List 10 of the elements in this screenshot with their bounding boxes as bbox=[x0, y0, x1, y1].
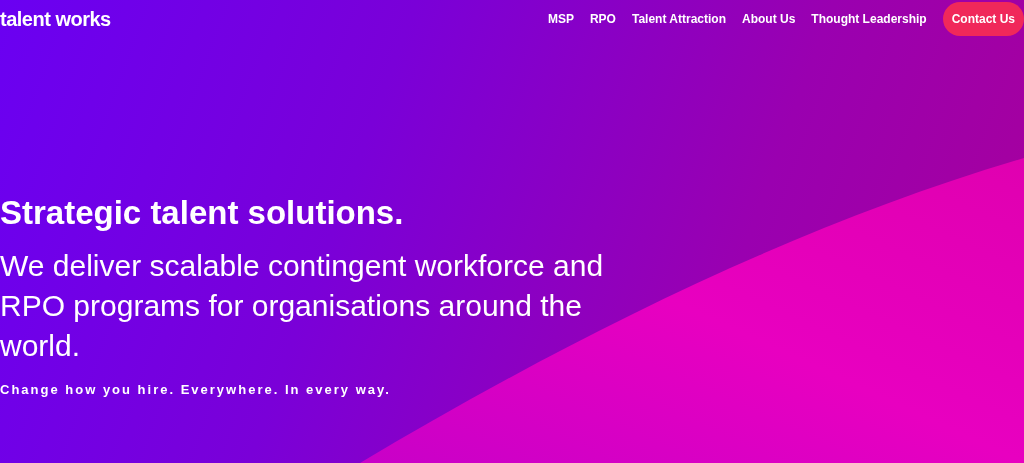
nav-link[interactable]: Thought Leadership bbox=[811, 9, 927, 28]
nav-link[interactable]: Talent Attraction bbox=[631, 9, 726, 28]
contact-button[interactable]: Contact Us bbox=[942, 1, 1024, 36]
hero-subheadline: We deliver scalable contingent workforce and RPO programs for organisations around the world. bbox=[0, 248, 605, 364]
nav-link[interactable]: RPO bbox=[589, 9, 616, 28]
hero-headline: Strategic talent solutions. bbox=[0, 193, 405, 233]
nav-link[interactable]: About Us bbox=[742, 9, 796, 28]
logo[interactable]: talent works bbox=[0, 8, 111, 29]
nav-link[interactable]: MSP bbox=[547, 9, 574, 28]
hero-tagline: Change how you hire. Everywhere. In every way. bbox=[0, 381, 392, 399]
